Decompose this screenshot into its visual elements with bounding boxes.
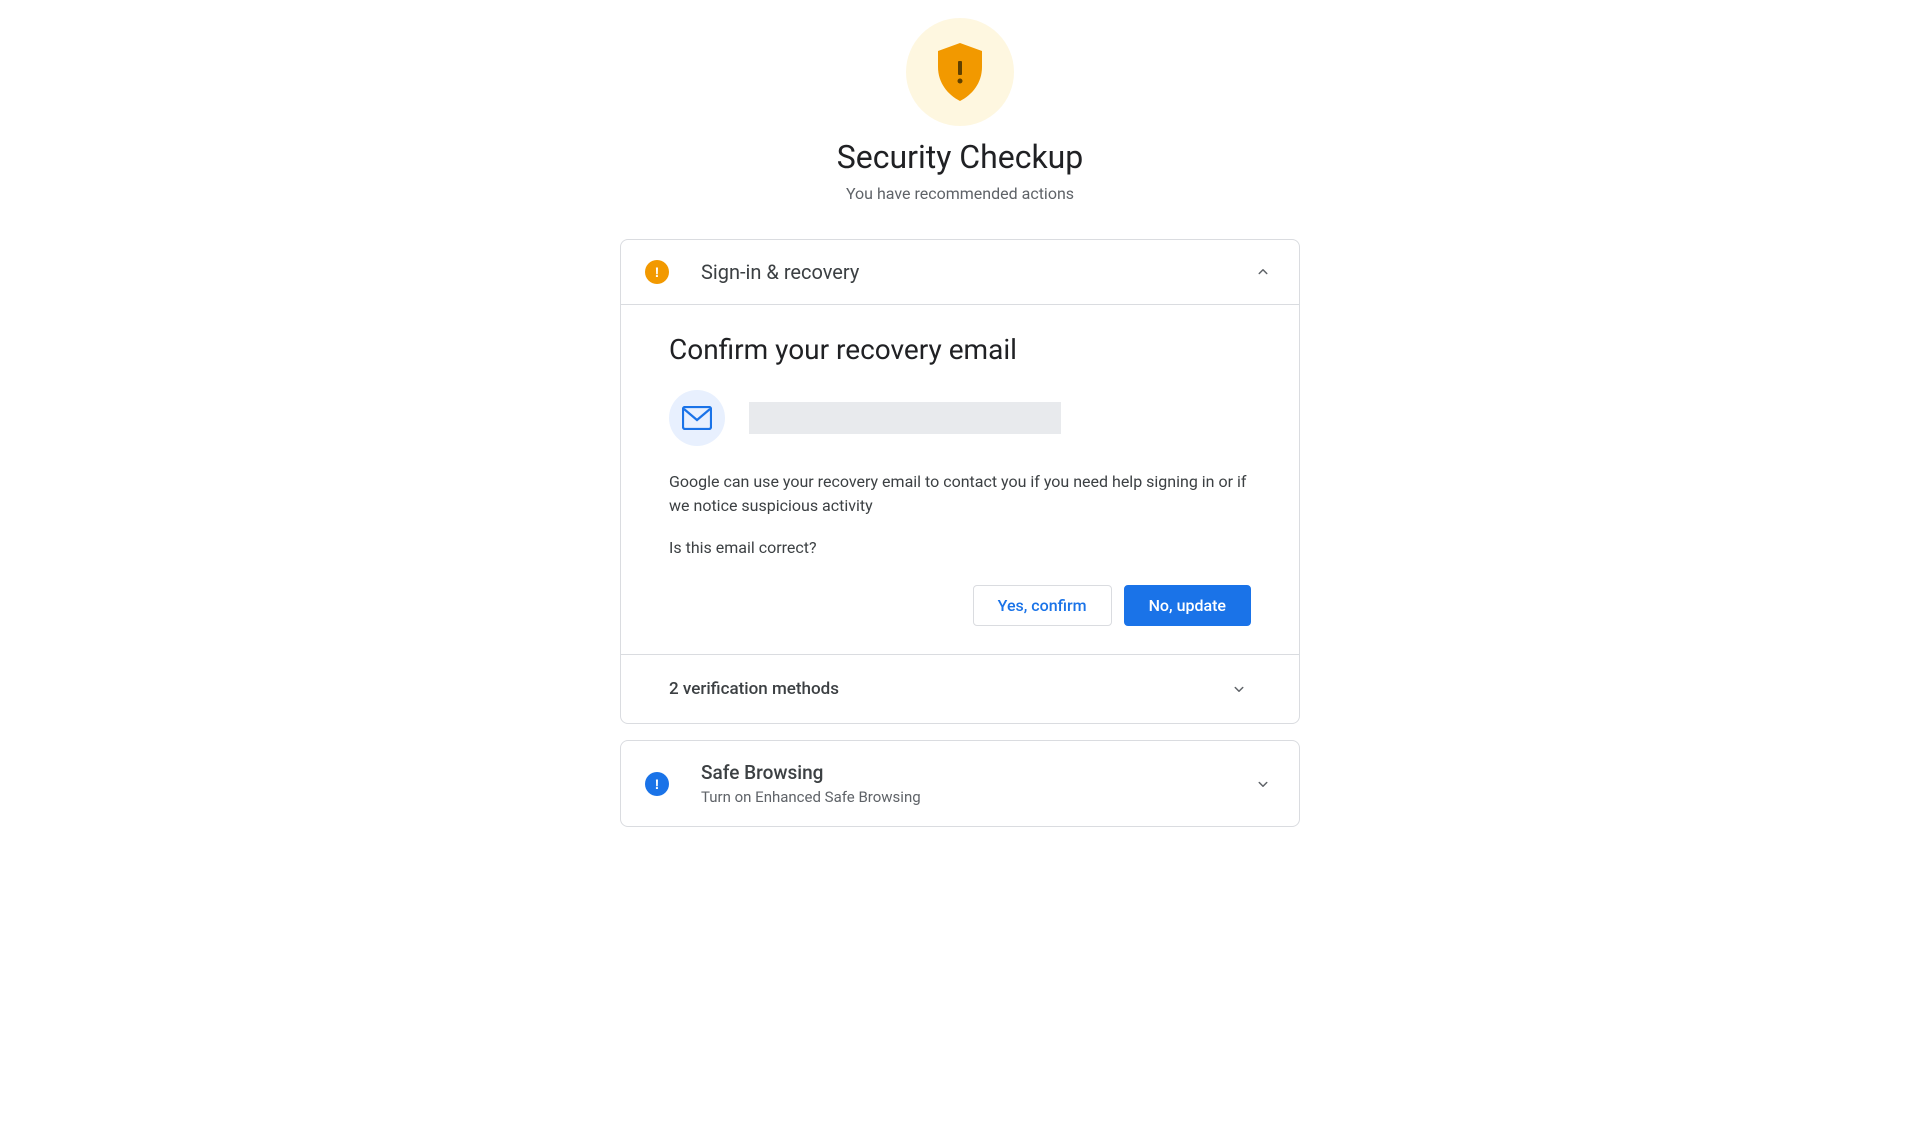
warning-status-icon: ! xyxy=(645,260,669,284)
page-title: Security Checkup xyxy=(620,138,1300,176)
security-checkup-container: Security Checkup You have recommended ac… xyxy=(620,0,1300,827)
recovery-email-section: Confirm your recovery email Google can u… xyxy=(621,304,1299,654)
page-subtitle: You have recommended actions xyxy=(620,184,1300,203)
safe-browsing-title-wrap: Safe Browsing Turn on Enhanced Safe Brow… xyxy=(701,761,1251,806)
shield-warning-icon xyxy=(906,18,1014,126)
email-icon xyxy=(669,390,725,446)
chevron-down-icon xyxy=(1251,772,1275,796)
confirm-button[interactable]: Yes, confirm xyxy=(973,585,1112,626)
chevron-down-icon xyxy=(1227,677,1251,701)
recovery-email-buttons: Yes, confirm No, update xyxy=(669,585,1251,626)
recovery-email-description: Google can use your recovery email to co… xyxy=(669,470,1251,518)
verification-methods-title: 2 verification methods xyxy=(669,679,1227,699)
safe-browsing-card: ! Safe Browsing Turn on Enhanced Safe Br… xyxy=(620,740,1300,827)
signin-recovery-title: Sign-in & recovery xyxy=(701,260,1251,284)
recovery-email-question: Is this email correct? xyxy=(669,538,1251,557)
verification-methods-row[interactable]: 2 verification methods xyxy=(621,654,1299,723)
info-status-icon: ! xyxy=(645,772,669,796)
signin-recovery-header[interactable]: ! Sign-in & recovery xyxy=(621,240,1299,304)
page-header: Security Checkup You have recommended ac… xyxy=(620,18,1300,203)
signin-recovery-card: ! Sign-in & recovery Confirm your recove… xyxy=(620,239,1300,724)
safe-browsing-subtitle: Turn on Enhanced Safe Browsing xyxy=(701,788,1251,806)
recovery-email-row xyxy=(669,390,1251,446)
recovery-email-title: Confirm your recovery email xyxy=(669,333,1251,366)
chevron-up-icon xyxy=(1251,260,1275,284)
update-button[interactable]: No, update xyxy=(1124,585,1251,626)
safe-browsing-title: Safe Browsing xyxy=(701,761,1251,784)
recovery-email-value xyxy=(749,402,1061,434)
safe-browsing-header[interactable]: ! Safe Browsing Turn on Enhanced Safe Br… xyxy=(621,741,1299,826)
